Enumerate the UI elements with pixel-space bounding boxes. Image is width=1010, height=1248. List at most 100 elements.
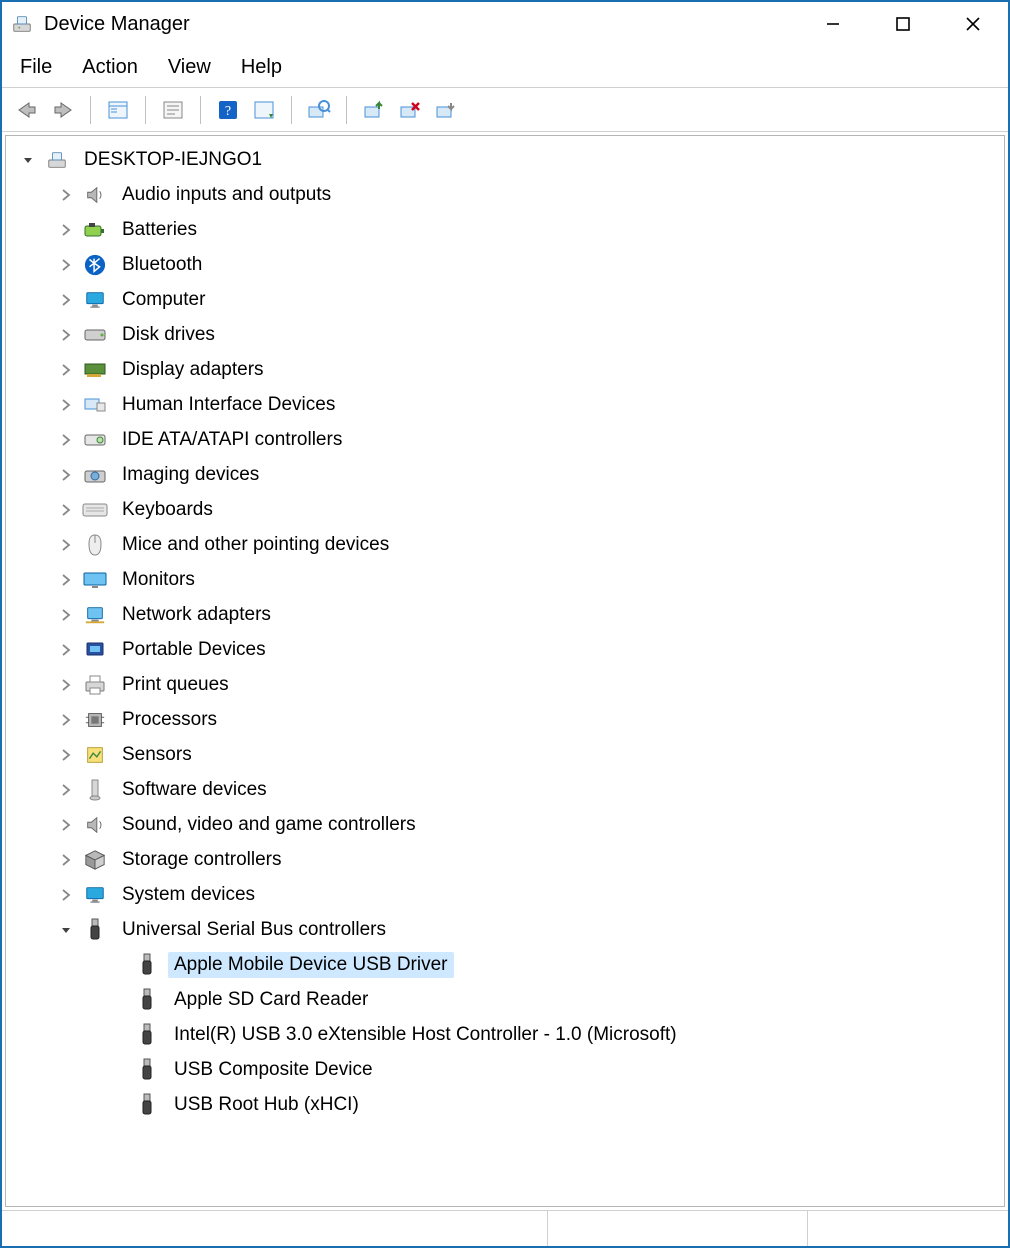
tree-category[interactable]: Batteries: [6, 212, 1004, 247]
tree-category[interactable]: Processors: [6, 702, 1004, 737]
tree-category-label: Display adapters: [116, 357, 270, 383]
tree-category[interactable]: System devices: [6, 877, 1004, 912]
chevron-right-icon[interactable]: [54, 848, 78, 872]
tree-category[interactable]: IDE ATA/ATAPI controllers: [6, 422, 1004, 457]
tree-device-label: Apple Mobile Device USB Driver: [168, 952, 454, 978]
tree-category[interactable]: Sensors: [6, 737, 1004, 772]
tree-root-label: DESKTOP-IEJNGO1: [78, 147, 268, 173]
tree-category[interactable]: Print queues: [6, 667, 1004, 702]
chevron-right-icon[interactable]: [54, 603, 78, 627]
tree-category-label: Sound, video and game controllers: [116, 812, 422, 838]
toolbar-separator: [346, 96, 347, 124]
tree-category-label: Human Interface Devices: [116, 392, 341, 418]
tree-category[interactable]: Audio inputs and outputs: [6, 177, 1004, 212]
tree-category[interactable]: Universal Serial Bus controllers: [6, 912, 1004, 947]
toolbar-separator: [145, 96, 146, 124]
scan-hardware-button[interactable]: [304, 95, 334, 125]
chevron-right-icon[interactable]: [54, 428, 78, 452]
tree-category[interactable]: Software devices: [6, 772, 1004, 807]
show-hide-console-tree-button[interactable]: [103, 95, 133, 125]
forward-button[interactable]: [48, 95, 78, 125]
tree-device-label: Intel(R) USB 3.0 eXtensible Host Control…: [168, 1022, 683, 1048]
properties-button[interactable]: [158, 95, 188, 125]
tree-device-label: Apple SD Card Reader: [168, 987, 374, 1013]
chevron-down-icon[interactable]: [16, 148, 40, 172]
maximize-button[interactable]: [868, 2, 938, 46]
close-button[interactable]: [938, 2, 1008, 46]
tree-category[interactable]: Disk drives: [6, 317, 1004, 352]
tree-category-label: Batteries: [116, 217, 203, 243]
help-button[interactable]: ?: [213, 95, 243, 125]
tree-category[interactable]: Network adapters: [6, 597, 1004, 632]
status-panel-2: [548, 1211, 808, 1246]
uninstall-device-button[interactable]: [395, 95, 425, 125]
chevron-right-icon[interactable]: [54, 638, 78, 662]
chevron-right-icon[interactable]: [54, 778, 78, 802]
tree-category[interactable]: Keyboards: [6, 492, 1004, 527]
monitor-icon: [82, 882, 108, 908]
chevron-right-icon[interactable]: [54, 253, 78, 277]
chevron-right-icon[interactable]: [54, 393, 78, 417]
chevron-right-icon[interactable]: [54, 533, 78, 557]
battery-icon: [82, 217, 108, 243]
tree-category-label: Mice and other pointing devices: [116, 532, 395, 558]
chevron-right-icon[interactable]: [54, 463, 78, 487]
statusbar: [2, 1210, 1008, 1246]
chevron-right-icon[interactable]: [54, 218, 78, 242]
svg-text:?: ?: [225, 104, 231, 119]
chevron-right-icon[interactable]: [54, 183, 78, 207]
tree-category[interactable]: Sound, video and game controllers: [6, 807, 1004, 842]
tree-category[interactable]: Bluetooth: [6, 247, 1004, 282]
tree-category[interactable]: Display adapters: [6, 352, 1004, 387]
menu-file[interactable]: File: [20, 56, 52, 79]
update-driver-button[interactable]: [359, 95, 389, 125]
tree-device[interactable]: Apple Mobile Device USB Driver: [6, 947, 1004, 982]
back-button[interactable]: [12, 95, 42, 125]
tree-category-label: Storage controllers: [116, 847, 287, 873]
chevron-right-icon[interactable]: [54, 323, 78, 347]
tree-category[interactable]: Monitors: [6, 562, 1004, 597]
display-adapter-icon: [82, 357, 108, 383]
chevron-right-icon[interactable]: [54, 568, 78, 592]
tree-category-label: Portable Devices: [116, 637, 272, 663]
usb-icon: [134, 1092, 160, 1118]
device-tree[interactable]: DESKTOP-IEJNGO1 Audio inputs and outputs…: [5, 135, 1005, 1207]
menu-view[interactable]: View: [168, 56, 211, 79]
usb-icon: [134, 952, 160, 978]
ide-icon: [82, 427, 108, 453]
chevron-right-icon[interactable]: [54, 673, 78, 697]
tree-category-label: Keyboards: [116, 497, 219, 523]
usb-icon: [134, 1022, 160, 1048]
menu-action[interactable]: Action: [82, 56, 138, 79]
status-panel-3: [808, 1211, 1008, 1246]
tree-device[interactable]: USB Root Hub (xHCI): [6, 1087, 1004, 1122]
tree-category-label: Processors: [116, 707, 223, 733]
tree-category[interactable]: Storage controllers: [6, 842, 1004, 877]
tree-device[interactable]: Apple SD Card Reader: [6, 982, 1004, 1017]
chevron-down-icon[interactable]: [54, 918, 78, 942]
toolbar: ?: [2, 88, 1008, 132]
chevron-right-icon[interactable]: [54, 708, 78, 732]
tree-category-label: Universal Serial Bus controllers: [116, 917, 392, 943]
chevron-right-icon[interactable]: [54, 813, 78, 837]
tree-root[interactable]: DESKTOP-IEJNGO1: [6, 142, 1004, 177]
tree-device[interactable]: USB Composite Device: [6, 1052, 1004, 1087]
menu-help[interactable]: Help: [241, 56, 282, 79]
chevron-right-icon[interactable]: [54, 288, 78, 312]
computer-icon: [44, 147, 70, 173]
tree-category[interactable]: Human Interface Devices: [6, 387, 1004, 422]
tree-category[interactable]: Portable Devices: [6, 632, 1004, 667]
tree-category[interactable]: Mice and other pointing devices: [6, 527, 1004, 562]
minimize-button[interactable]: [798, 2, 868, 46]
tree-category[interactable]: Imaging devices: [6, 457, 1004, 492]
tree-category[interactable]: Computer: [6, 282, 1004, 317]
chevron-right-icon[interactable]: [54, 498, 78, 522]
monitor-icon: [82, 287, 108, 313]
chevron-right-icon[interactable]: [54, 883, 78, 907]
disable-device-button[interactable]: [431, 95, 461, 125]
action-button[interactable]: [249, 95, 279, 125]
tree-device[interactable]: Intel(R) USB 3.0 eXtensible Host Control…: [6, 1017, 1004, 1052]
chevron-right-icon[interactable]: [54, 358, 78, 382]
chevron-right-icon[interactable]: [54, 743, 78, 767]
tree-category-label: Disk drives: [116, 322, 221, 348]
